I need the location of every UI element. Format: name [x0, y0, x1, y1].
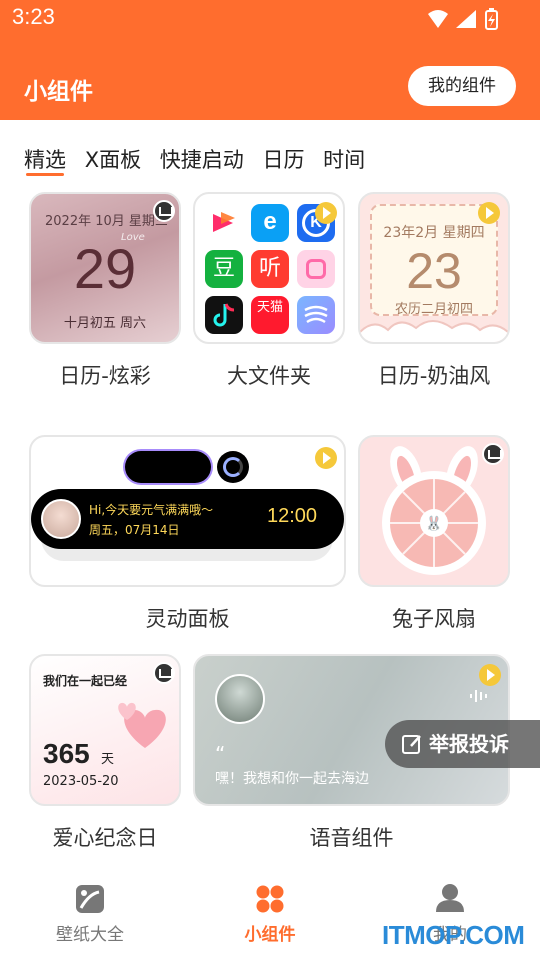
avatar — [41, 499, 81, 539]
love-date: 2023-05-20 — [43, 774, 119, 789]
nav-item-widgets[interactable]: 小组件 — [210, 876, 330, 952]
quote-mark: “ — [215, 742, 226, 766]
nav-label-wallpapers: 壁纸大全 — [56, 925, 124, 945]
calendar-lunar: 十月初五 周六 — [63, 316, 147, 331]
hearts-icon — [118, 702, 166, 748]
weather-app-icon — [297, 296, 335, 334]
nav-label-widgets: 小组件 — [244, 925, 296, 945]
love-days: 365 — [43, 738, 90, 769]
watermark: ITMOP.COM — [382, 920, 525, 950]
play-badge-icon — [478, 202, 500, 224]
widget-label-rabbit-fan: 兔子风扇 — [392, 607, 476, 631]
play-badge-icon — [315, 202, 337, 224]
island-expanded: Hi,今天要元气满满哦～ 周五，07月14日 12:00 — [31, 489, 344, 549]
cloud-decor — [360, 320, 508, 342]
category-tabs: 精选 X面板 快捷启动 日历 时间 — [24, 144, 377, 176]
vip-badge-icon — [482, 443, 504, 465]
voice-wave-icon — [470, 690, 487, 702]
widget-label-big-folder: 大文件夹 — [227, 364, 311, 388]
widget-card-calendar-colorful[interactable]: 2022年 10月 星期三 29 Love 十月初五 周六 — [29, 192, 181, 344]
wallpaper-icon — [76, 885, 104, 913]
nav-item-wallpapers[interactable]: 壁纸大全 — [30, 876, 150, 952]
svg-text:🐰: 🐰 — [425, 515, 442, 532]
profile-icon — [436, 884, 464, 912]
calendar-day: 29 — [73, 237, 137, 300]
panel-time: 12:00 — [267, 505, 318, 527]
vip-badge-icon — [153, 662, 175, 684]
widget-label-love-anniversary: 爱心纪念日 — [52, 826, 158, 850]
eleme-app-icon: e — [251, 204, 289, 242]
island-pill — [125, 451, 211, 483]
play-badge-icon — [315, 447, 337, 469]
camera-app-icon — [297, 250, 335, 288]
widget-label-calendar-cream: 日历-奶油风 — [377, 364, 491, 388]
app-bar: 小组件 我的组件 — [0, 38, 540, 120]
kuaishou-app-icon — [205, 204, 243, 242]
island-ring — [217, 451, 249, 483]
panel-greeting: Hi,今天要元气满满哦～ — [89, 503, 214, 517]
vip-badge-icon — [153, 200, 175, 222]
widget-card-calendar-cream[interactable]: 23年2月 星期四 23 农历二月初四 — [358, 192, 510, 344]
calendar-decor: Love — [121, 232, 145, 243]
avatar — [215, 674, 265, 724]
cream-day: 23 — [406, 243, 462, 299]
status-time: 3:23 — [12, 4, 55, 29]
report-button[interactable]: 举报投诉 — [385, 720, 540, 768]
panel-date: 周五，07月14日 — [89, 523, 180, 537]
douban-app-icon: 豆瓣 — [205, 250, 243, 319]
widget-label-calendar-colorful: 日历-炫彩 — [59, 364, 151, 388]
tmall-label: 天猫 — [256, 300, 283, 315]
wifi-icon — [428, 10, 448, 28]
widget-card-love-anniversary[interactable]: 我们在一起已经 365 天 2023-05-20 — [29, 654, 181, 806]
calendar-date-line: 2022年 10月 星期三 — [45, 214, 168, 229]
widget-card-rabbit-fan[interactable]: 🐰 — [358, 435, 510, 587]
widgets-icon — [256, 885, 284, 913]
voice-text: 嘿！我想和你一起去海边 — [215, 771, 369, 787]
status-icons — [428, 8, 498, 30]
tab-x-panel[interactable]: X面板 — [85, 144, 141, 174]
status-bar: 3:23 — [0, 0, 540, 38]
tab-time[interactable]: 时间 — [323, 144, 365, 174]
edit-icon — [402, 735, 421, 754]
widget-card-big-folder[interactable]: e K 豆瓣 听 天猫 — [193, 192, 345, 344]
signal-icon — [456, 10, 476, 28]
tab-quick-launch[interactable]: 快捷启动 — [160, 144, 244, 174]
love-header: 我们在一起已经 — [43, 674, 128, 688]
tab-calendar[interactable]: 日历 — [262, 144, 304, 174]
cream-date-line: 23年2月 星期四 — [383, 225, 485, 241]
ting-app-icon: 听 — [251, 250, 289, 288]
love-unit: 天 — [101, 752, 115, 767]
my-widgets-button[interactable]: 我的组件 — [408, 66, 516, 106]
widget-label-voice: 语音组件 — [309, 826, 394, 850]
tmall-app-icon: 天猫 — [251, 296, 289, 334]
play-badge-icon — [479, 664, 501, 686]
tab-featured[interactable]: 精选 — [24, 144, 66, 176]
report-label: 举报投诉 — [429, 732, 509, 756]
page-title: 小组件 — [24, 79, 93, 105]
widget-label-dynamic-panel: 灵动面板 — [145, 607, 230, 631]
douyin-app-icon — [205, 296, 243, 334]
widget-card-dynamic-panel[interactable]: Hi,今天要元气满满哦～ 周五，07月14日 12:00 — [29, 435, 346, 587]
